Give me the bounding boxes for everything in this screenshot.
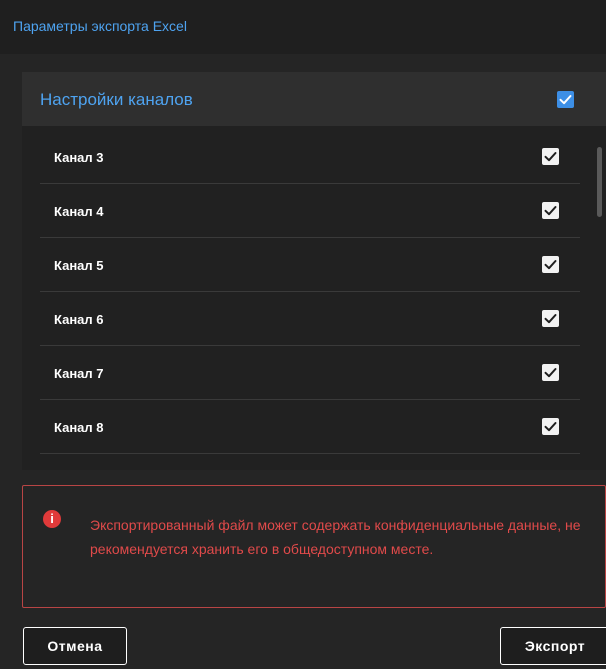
- list-scrollbar[interactable]: [597, 147, 602, 217]
- channel-row[interactable]: Канал 6: [40, 292, 580, 346]
- info-icon: i: [43, 510, 61, 528]
- checkmark-icon: [544, 152, 557, 162]
- channel-checkbox[interactable]: [542, 364, 559, 381]
- channel-checkbox[interactable]: [542, 418, 559, 435]
- panel-title: Настройки каналов: [40, 90, 193, 109]
- warning-text: Экспортированный файл может содержать ко…: [90, 517, 581, 557]
- select-all-checkbox[interactable]: [557, 91, 574, 108]
- checkmark-icon: [544, 260, 557, 270]
- channel-list: Канал 3 Канал 4 Канал 5 Канал 6 Канал 7: [22, 130, 606, 470]
- checkmark-icon: [544, 422, 557, 432]
- channel-checkbox[interactable]: [542, 310, 559, 327]
- cancel-button[interactable]: Отмена: [23, 627, 127, 665]
- channel-row[interactable]: Канал 3: [40, 130, 580, 184]
- channel-label: Канал 8: [54, 420, 104, 435]
- panel-header[interactable]: Настройки каналов: [22, 72, 606, 126]
- channel-label: Канал 7: [54, 366, 104, 381]
- channel-row[interactable]: Канал 7: [40, 346, 580, 400]
- channel-row[interactable]: Канал 8: [40, 400, 580, 454]
- channel-label: Канал 4: [54, 204, 104, 219]
- checkmark-icon: [544, 314, 557, 324]
- channel-checkbox[interactable]: [542, 202, 559, 219]
- channel-row[interactable]: Канал 4: [40, 184, 580, 238]
- checkmark-icon: [544, 368, 557, 378]
- channel-label: Канал 5: [54, 258, 104, 273]
- dialog-title: Параметры экспорта Excel: [13, 18, 187, 34]
- channel-label: Канал 6: [54, 312, 104, 327]
- channel-settings-panel: Настройки каналов Канал 3 Канал 4 Канал …: [22, 72, 606, 470]
- checkmark-icon: [544, 206, 557, 216]
- channel-row[interactable]: Канал 5: [40, 238, 580, 292]
- channel-checkbox[interactable]: [542, 256, 559, 273]
- channel-checkbox[interactable]: [542, 148, 559, 165]
- channel-label: Канал 3: [54, 150, 104, 165]
- dialog-titlebar: Параметры экспорта Excel: [0, 0, 606, 54]
- warning-alert: i Экспортированный файл может содержать …: [22, 485, 606, 608]
- checkmark-icon: [559, 95, 572, 105]
- export-button[interactable]: Экспорт: [500, 627, 606, 665]
